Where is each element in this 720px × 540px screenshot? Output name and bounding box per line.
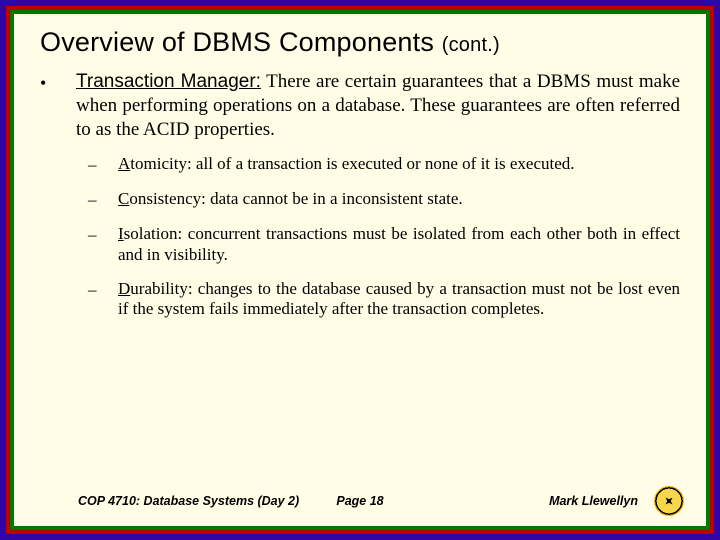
footer-page: Page 18 xyxy=(336,494,383,508)
bullet-lead: Transaction Manager: xyxy=(76,71,261,92)
bullet-main: • Transaction Manager: There are certain… xyxy=(40,70,680,141)
sub-dash: – xyxy=(88,224,118,265)
slide-body: • Transaction Manager: There are certain… xyxy=(40,70,680,319)
sub-term: urability: xyxy=(130,279,192,298)
sub-dash: – xyxy=(88,189,118,210)
sub-body: changes to the database caused by a tran… xyxy=(118,279,680,318)
sub-term: onsistency: xyxy=(129,189,206,208)
sub-bullets: – Atomicity: all of a transaction is exe… xyxy=(88,154,680,320)
acid-letter: D xyxy=(118,279,130,298)
sub-term: solation: xyxy=(124,224,183,243)
sub-text: Isolation: concurrent transactions must … xyxy=(118,224,680,265)
footer-author: Mark Llewellyn xyxy=(549,494,638,508)
slide-title: Overview of DBMS Components (cont.) xyxy=(40,26,680,58)
footer-course: COP 4710: Database Systems (Day 2) xyxy=(78,494,299,508)
footer-right: Mark Llewellyn xyxy=(549,486,684,516)
title-cont: (cont.) xyxy=(442,34,500,56)
acid-letter: C xyxy=(118,189,129,208)
bullet-marker: • xyxy=(40,70,76,141)
acid-letter: A xyxy=(118,154,130,173)
sub-term: tomicity: xyxy=(130,154,191,173)
sub-isolation: – Isolation: concurrent transactions mus… xyxy=(88,224,680,265)
title-main: Overview of DBMS Components xyxy=(40,27,434,57)
sub-consistency: – Consistency: data cannot be in a incon… xyxy=(88,189,680,210)
sub-atomicity: – Atomicity: all of a transaction is exe… xyxy=(88,154,680,175)
slide-content: Overview of DBMS Components (cont.) • Tr… xyxy=(10,10,710,530)
sub-text: Durability: changes to the database caus… xyxy=(118,279,680,320)
sub-body: concurrent transactions must be isolated… xyxy=(118,224,680,263)
slide-frame: Overview of DBMS Components (cont.) • Tr… xyxy=(0,0,720,540)
sub-dash: – xyxy=(88,154,118,175)
slide-border-red: Overview of DBMS Components (cont.) • Tr… xyxy=(6,6,714,534)
ucf-logo-icon xyxy=(654,486,684,516)
sub-text: Atomicity: all of a transaction is execu… xyxy=(118,154,680,175)
bullet-text: Transaction Manager: There are certain g… xyxy=(76,70,680,141)
sub-body: data cannot be in a inconsistent state. xyxy=(206,189,463,208)
sub-text: Consistency: data cannot be in a inconsi… xyxy=(118,189,680,210)
sub-dash: – xyxy=(88,279,118,320)
sub-durability: – Durability: changes to the database ca… xyxy=(88,279,680,320)
sub-body: all of a transaction is executed or none… xyxy=(192,154,575,173)
slide-footer: COP 4710: Database Systems (Day 2) Page … xyxy=(14,486,706,516)
